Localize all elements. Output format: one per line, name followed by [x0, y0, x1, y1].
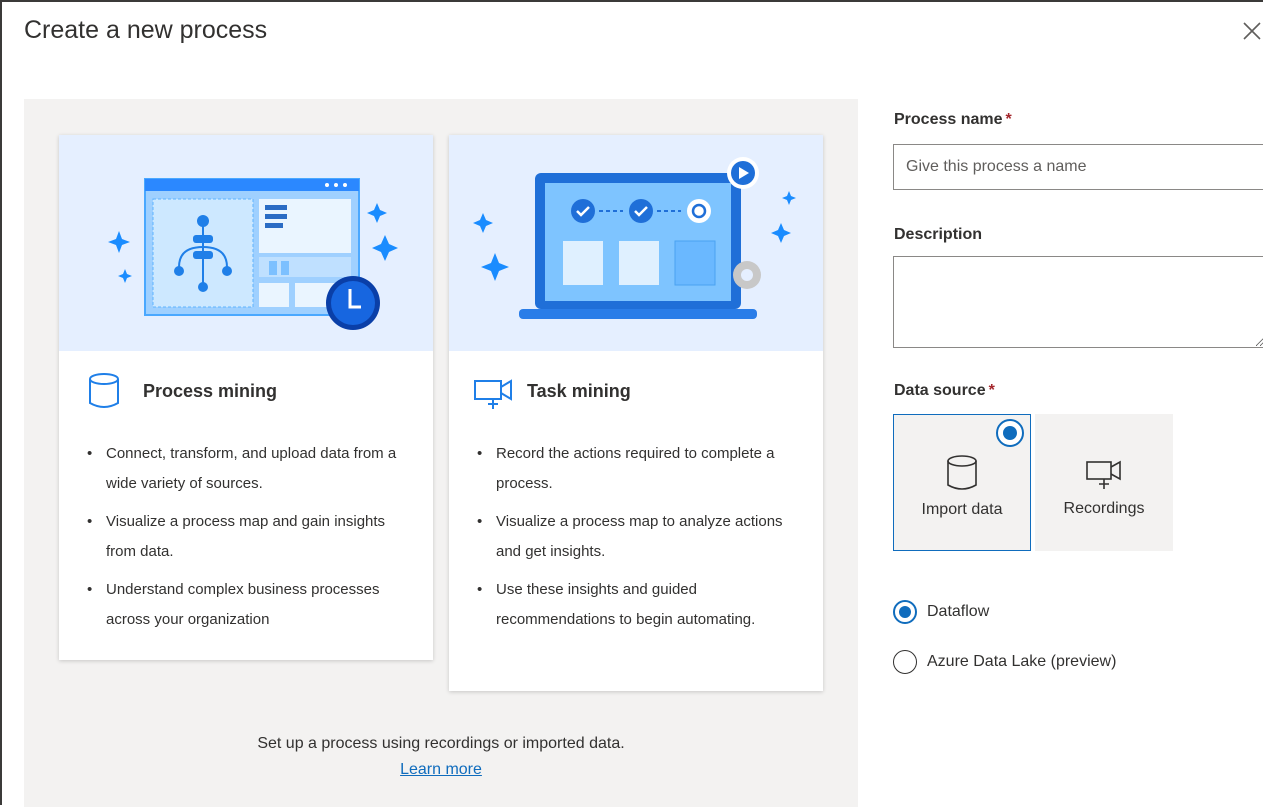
process-mining-bullets: Connect, transform, and upload data from… [85, 439, 413, 643]
process-type-panel: Process mining Connect, transform, and u… [24, 99, 858, 807]
process-mining-illustration [59, 135, 433, 351]
process-mining-title: Process mining [143, 380, 278, 401]
task-mining-header: Task mining [471, 371, 631, 411]
task-mining-card[interactable]: Task mining Record the actions required … [449, 135, 823, 691]
close-icon-glyph [1243, 22, 1261, 40]
data-source-label: Data source * [894, 382, 995, 400]
list-item: Record the actions required to complete … [475, 439, 803, 499]
list-item: Visualize a process map and gain insight… [85, 507, 413, 567]
database-icon [944, 453, 980, 498]
list-item: Visualize a process map to analyze actio… [475, 507, 803, 567]
process-name-input[interactable] [893, 144, 1263, 190]
task-mining-bullets: Record the actions required to complete … [475, 439, 803, 643]
radio-checked-icon[interactable] [893, 600, 917, 624]
close-icon[interactable] [1241, 20, 1263, 42]
learn-more-container: Learn more [24, 761, 858, 779]
list-item: Connect, transform, and upload data from… [85, 439, 413, 499]
video-record-icon [1084, 452, 1124, 497]
azure-data-lake-radio-option[interactable]: Azure Data Lake (preview) [893, 650, 1116, 674]
data-source-label-text: Data source [894, 382, 986, 399]
process-mining-header: Process mining [81, 371, 277, 411]
process-name-label: Process name * [894, 111, 1012, 129]
video-record-icon [471, 371, 517, 411]
required-marker: * [988, 382, 995, 399]
process-name-label-text: Process name [894, 111, 1003, 128]
create-process-dialog: Create a new process Process mining • Co… [0, 0, 1263, 807]
list-item: Understand complex business processes ac… [85, 575, 413, 635]
task-mining-illustration [449, 135, 823, 351]
recordings-tile[interactable]: Recordings [1035, 414, 1173, 551]
learn-more-link[interactable]: Learn more [400, 761, 482, 778]
dataflow-label: Dataflow [927, 603, 990, 620]
import-data-tile[interactable]: Import data [893, 414, 1031, 551]
database-icon [81, 371, 127, 411]
import-data-label: Import data [921, 501, 1003, 518]
setup-description: Set up a process using recordings or imp… [257, 735, 625, 752]
selected-radio-icon [996, 419, 1024, 447]
process-mining-card[interactable]: Process mining Connect, transform, and u… [59, 135, 433, 660]
recordings-label: Recordings [1063, 500, 1145, 517]
required-marker: * [1005, 111, 1012, 128]
dialog-title: Create a new process [24, 16, 268, 44]
task-mining-title: Task mining [527, 380, 631, 401]
description-textarea[interactable] [893, 256, 1263, 348]
list-item: Use these insights and guided recommenda… [475, 575, 803, 635]
description-label: Description [894, 226, 983, 243]
radio-unchecked-icon[interactable] [893, 650, 917, 674]
dataflow-radio-option[interactable]: Dataflow [893, 600, 989, 624]
azure-data-lake-label: Azure Data Lake (preview) [927, 653, 1117, 670]
